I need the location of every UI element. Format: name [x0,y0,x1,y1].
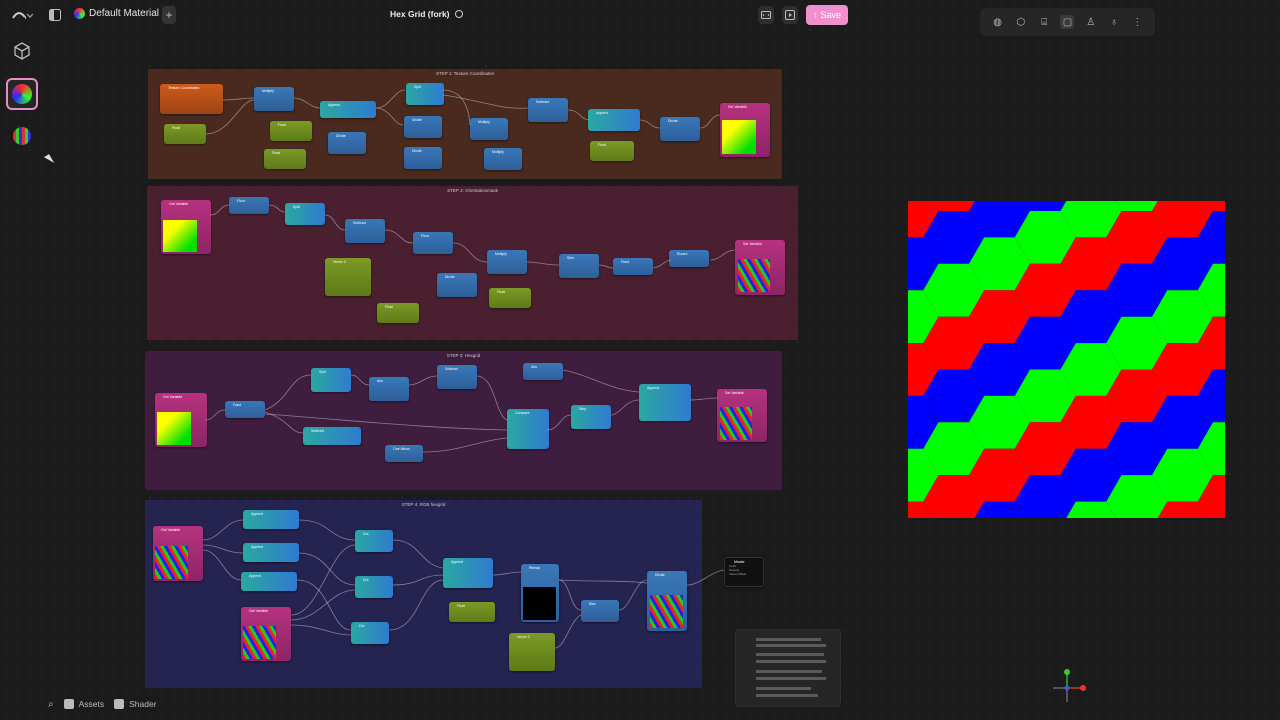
shader-label: Shader [129,699,157,709]
material-preview[interactable] [908,201,1225,518]
bottom-bar: ⌕ Assets Shader [48,696,157,712]
shader-icon [114,699,125,709]
search-icon[interactable]: ⌕ [48,699,54,710]
app-root: Default Material + Hex Grid (fork) ↑ Sav… [0,0,1280,720]
sphere-icon[interactable]: ◍ [991,15,1005,29]
cube-icon[interactable]: ⬡ [1014,15,1028,29]
figure-icon[interactable]: ♙ [1084,15,1098,29]
assets-icon [63,699,74,709]
node-wires [202,89,736,649]
viewport-toolbar: ◍ ⬡ ⌸ ▢ ♙ ♁ ⋮ [980,8,1155,36]
assets-button[interactable]: Assets [63,699,105,709]
light-icon[interactable]: ♁ [1107,15,1121,29]
assets-label: Assets [78,699,105,709]
cylinder-icon[interactable]: ⌸ [1037,15,1051,29]
shader-button[interactable]: Shader [114,699,157,709]
more-icon[interactable]: ⋮ [1130,15,1144,29]
graph-minimap[interactable] [735,629,841,707]
axis-gizmo-icon[interactable] [1045,666,1089,710]
plane-icon[interactable]: ▢ [1060,15,1075,29]
